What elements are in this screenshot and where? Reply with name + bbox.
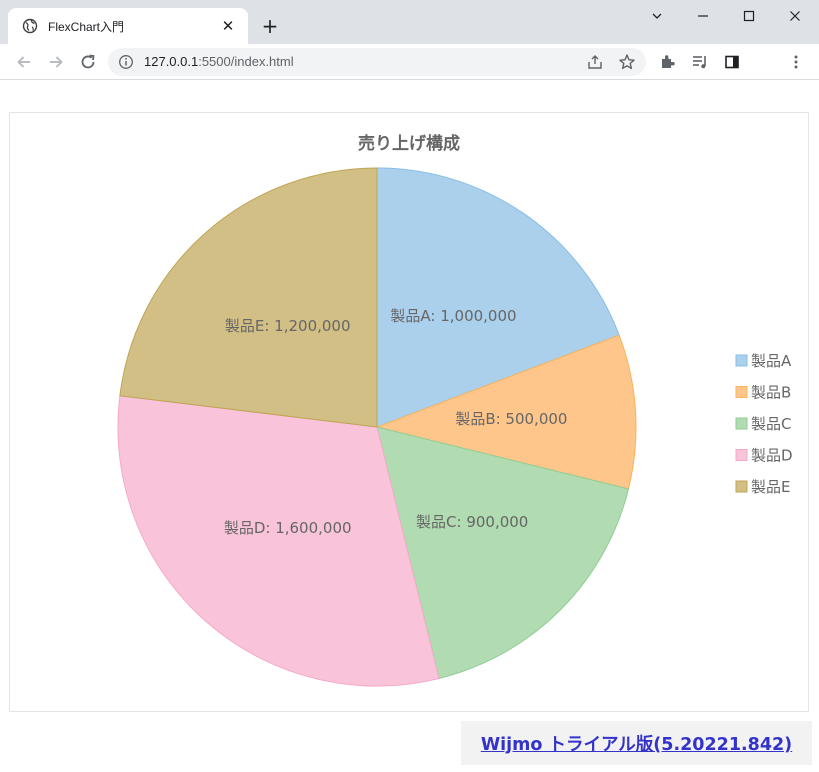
star-icon[interactable]	[617, 52, 637, 72]
back-arrow-icon[interactable]	[12, 50, 36, 74]
trial-banner: Wijmo トライアル版(5.20221.842)	[461, 721, 812, 765]
menu-kebab-icon[interactable]	[786, 52, 806, 72]
legend-swatch	[735, 354, 748, 367]
legend-swatch	[735, 386, 748, 398]
slice-data-label: 製品B: 500,000	[455, 410, 567, 428]
flexchart: 売り上げ構成 製品A: 1,000,000 製品B: 500,000 製品C: 90…	[9, 112, 809, 712]
close-window-icon[interactable]	[772, 0, 818, 32]
tab-title: FlexChart入門	[48, 19, 125, 34]
legend-label: 製品B	[751, 384, 791, 402]
legend-item[interactable]: 製品A	[735, 352, 792, 370]
legend-label: 製品D	[751, 447, 793, 465]
minimize-icon[interactable]	[680, 0, 726, 32]
share-icon[interactable]	[585, 52, 605, 72]
pie-slice-5[interactable]	[119, 167, 378, 428]
legend-label: 製品E	[751, 478, 790, 496]
address-bar[interactable]: 127.0.0.1:5500/index.html	[108, 48, 646, 76]
slice-data-label: 製品C: 900,000	[416, 513, 528, 531]
url-host: 127.0.0.1	[144, 54, 199, 69]
extensions-icon[interactable]	[658, 52, 678, 72]
legend-item[interactable]: 製品C	[735, 415, 791, 433]
globe-icon	[22, 18, 38, 34]
info-icon[interactable]	[118, 54, 134, 70]
legend-swatch	[735, 417, 748, 430]
trial-link[interactable]: Wijmo トライアル版(5.20221.842)	[481, 731, 792, 756]
new-tab-button[interactable]: +	[258, 14, 282, 38]
media-control-icon[interactable]	[690, 52, 710, 72]
slice-data-label: 製品A: 1,000,000	[390, 307, 516, 325]
url-text[interactable]: 127.0.0.1:5500/index.html	[144, 48, 294, 76]
tab-search-icon[interactable]	[634, 0, 680, 32]
reload-icon[interactable]	[76, 50, 100, 74]
slice-data-label: 製品E: 1,200,000	[225, 317, 351, 335]
tab-strip: FlexChart入門 ✕ +	[0, 0, 819, 44]
legend-swatch	[735, 449, 748, 461]
pie-chart: 売り上げ構成 製品A: 1,000,000 製品B: 500,000 製品C: 90…	[117, 133, 793, 687]
url-path: :5500/index.html	[198, 54, 294, 69]
legend-item[interactable]: 製品D	[735, 447, 793, 465]
forward-arrow-icon[interactable]	[44, 50, 68, 74]
browser-toolbar: 127.0.0.1:5500/index.html	[0, 44, 819, 80]
browser-tab[interactable]: FlexChart入門 ✕	[8, 8, 248, 44]
legend-label: 製品A	[751, 352, 792, 370]
chart-legend: 製品A 製品B 製品C 製品D 製品E	[735, 352, 793, 496]
side-panel-icon[interactable]	[722, 52, 742, 72]
legend-swatch	[735, 480, 748, 493]
legend-item[interactable]: 製品E	[735, 478, 790, 496]
legend-label: 製品C	[751, 415, 791, 433]
maximize-icon[interactable]	[726, 0, 772, 32]
slice-data-label: 製品D: 1,600,000	[224, 519, 352, 537]
chart-title: 売り上げ構成	[358, 133, 460, 154]
close-tab-icon[interactable]: ✕	[218, 16, 238, 36]
legend-item[interactable]: 製品B	[735, 384, 791, 402]
